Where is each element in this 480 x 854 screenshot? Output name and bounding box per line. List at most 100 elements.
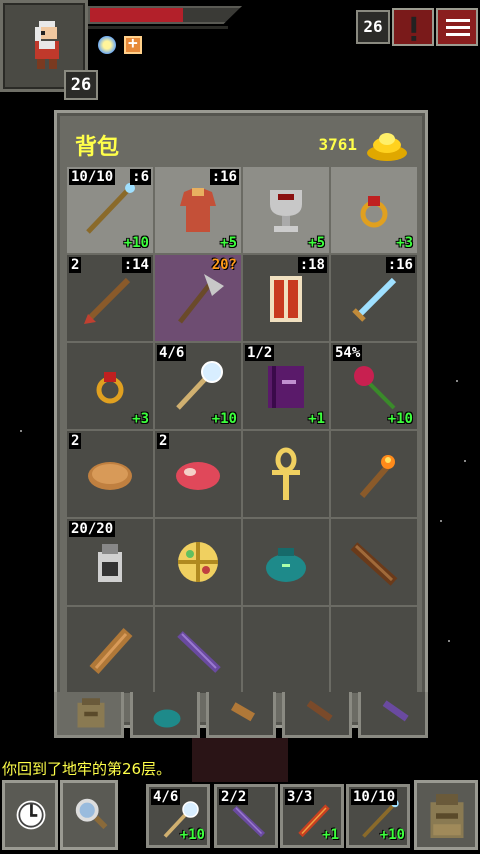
slot-top-right-label: :16 [209,169,239,185]
staff-icon [86,183,135,234]
slot-top-right-label: 20? [211,257,237,273]
axe-icon [178,274,224,324]
spellbook-icon [268,366,304,408]
wand-icon [382,700,409,722]
scroll-holder-icon [89,627,133,675]
inventory-slot[interactable]: 2 [67,431,153,517]
inventory-slot[interactable]: 20? [155,255,241,341]
journal-icon [411,16,417,41]
inventory-slot[interactable]: 2 :14 [67,255,153,341]
wait-button[interactable] [2,780,58,850]
slot-top-left-label: 10/10 [69,169,116,185]
alchemy-pouch-icon [178,542,218,582]
inventory-slot[interactable]: +5 [243,167,329,253]
backpack-icon [430,794,464,838]
quickslot[interactable]: 2/2 [214,784,278,848]
seed-pouch-icon [266,548,306,582]
backpack-tabs [54,692,428,738]
dart-icon [84,277,131,324]
dungeon-floor [192,738,288,782]
rose-icon [354,366,396,410]
armor-icon [180,188,216,232]
menu-icon [446,19,470,22]
tab-wand-holster[interactable] [282,692,352,738]
slot-top-left-label: 2 [69,433,82,449]
inventory-slot[interactable] [243,431,329,517]
slot-top-left-label: 4/6 [157,345,187,361]
depth-indicator[interactable]: 26 [356,10,390,44]
dew-vial-icon [98,544,122,582]
slot-top-right-label: :6 [130,169,151,185]
inventory-slot[interactable]: :16 +5 [155,167,241,253]
backpack-title: 背包 [75,135,120,160]
inventory-slot[interactable]: 2 [155,431,241,517]
wand-holster-icon [350,542,398,586]
sword-icon [352,277,397,322]
slot-top-left-label: 2 [157,433,170,449]
inventory-slot[interactable] [331,519,417,605]
health-bar-fill [90,8,183,22]
inventory-slot[interactable]: +3 [67,343,153,429]
bless-buff-icon[interactable] [124,33,142,54]
inventory-slot[interactable] [243,607,329,693]
torch-icon [359,455,395,498]
light-buff-icon[interactable] [98,36,116,54]
slot-bonus-label: +5 [220,235,237,251]
hero-level-badge: 26 [64,70,98,100]
clock-icon [16,800,46,830]
menu-button[interactable] [436,8,478,46]
inventory-slot[interactable]: 1/2 +1 [243,343,329,429]
pasty-icon [88,462,132,490]
slot-bonus-label: +10 [123,235,149,251]
inventory-slot[interactable]: 4/6 +10 [155,343,241,429]
magnifier-icon [75,798,108,830]
seed-pouch-icon [153,709,181,728]
search-button[interactable] [60,780,118,850]
inventory-slot[interactable]: +3 [331,167,417,253]
tab-backpack[interactable] [54,692,124,738]
slot-top-left-label: 54% [333,345,363,361]
inventory-slot[interactable] [67,607,153,693]
quickslot-bonus: +1 [322,827,339,843]
quickslot-charges: 10/10 [351,789,398,805]
wand-icon [176,361,223,410]
backpack-grid: 10/10:6 +10:16 +5 +5 +3 2:14 20?:18:16 +3 4/6 +10… [67,167,417,693]
ring-icon [360,196,388,228]
quickslot[interactable]: 4/6 +10 [146,784,210,848]
inventory-slot[interactable] [155,519,241,605]
quickslot[interactable]: 3/3 +1 [280,784,344,848]
journal-button[interactable] [392,8,434,46]
wand-purple-icon [177,631,221,673]
slot-top-right-label: :14 [121,257,151,273]
slot-bonus-label: +3 [132,411,149,427]
health-bar [88,6,242,24]
slot-top-right-label: :18 [297,257,327,273]
inventory-slot[interactable]: :16 [331,255,417,341]
inventory-slot[interactable] [331,431,417,517]
hero-icon [35,21,59,69]
ankh-icon [272,447,300,500]
gold-icon [367,133,407,161]
quickslot-bonus: +10 [379,827,405,843]
inventory-slot[interactable]: 54% +10 [331,343,417,429]
tab-scroll-holder[interactable] [206,692,276,738]
slot-bonus-label: +1 [308,411,325,427]
inventory-slot[interactable]: :18 [243,255,329,341]
inventory-slot[interactable] [331,607,417,693]
inventory-slot[interactable] [155,607,241,693]
quickslot[interactable]: 10/10 +10 [346,784,410,848]
tab-wand[interactable] [358,692,428,738]
tab-seed-pouch[interactable] [130,692,200,738]
backpack-button[interactable] [414,780,478,850]
slot-bonus-label: +10 [387,411,413,427]
inventory-slot[interactable] [243,519,329,605]
inventory-slot[interactable]: 20/20 [67,519,153,605]
experience-bar [88,26,228,29]
slot-top-left-label: 2 [69,257,82,273]
slot-bonus-label: +3 [396,235,413,251]
backpack-window: 背包 3761 10/10:6 +10:16 +5 +5 +3 2:14 20?:18:16… [54,110,428,728]
meat-icon [176,462,220,490]
slot-top-right-label: :16 [385,257,415,273]
inventory-slot[interactable]: 10/10 :6 +10 [67,167,153,253]
slot-top-left-label: 1/2 [245,345,275,361]
